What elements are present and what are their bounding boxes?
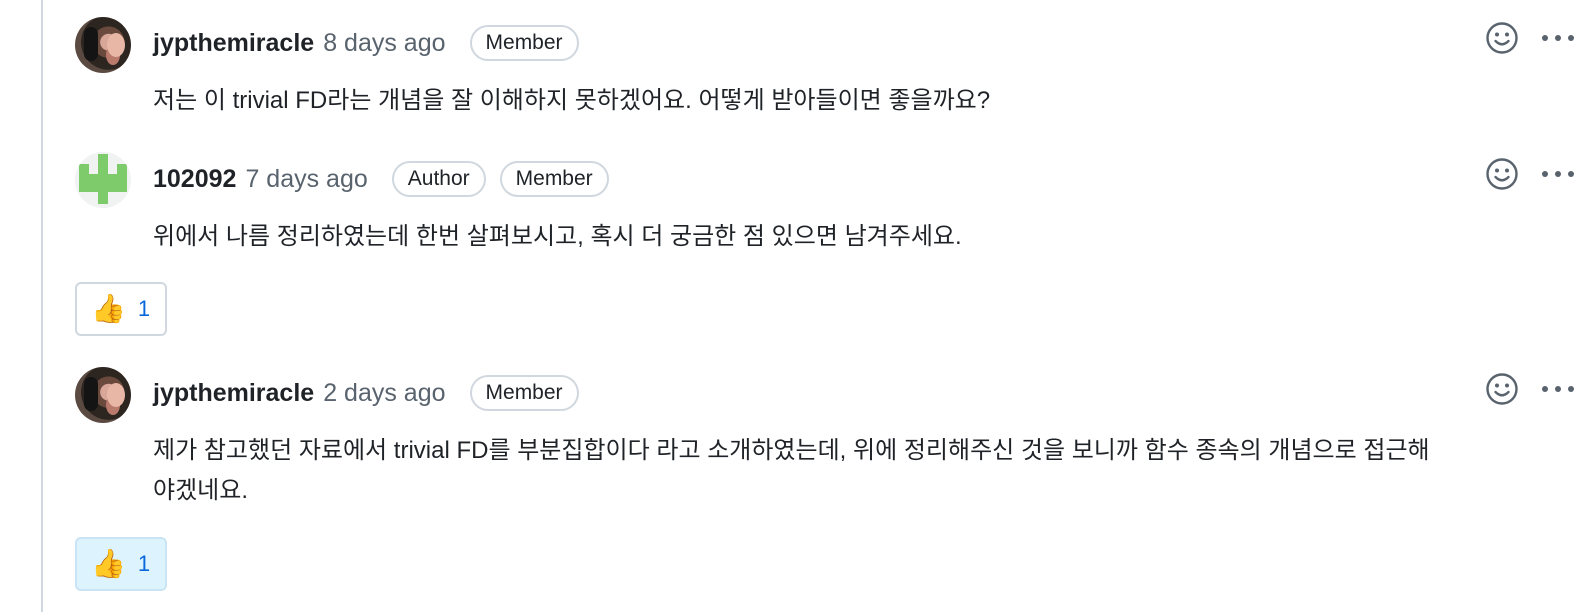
kebab-horizontal-icon (1542, 171, 1574, 177)
smiley-icon (1486, 22, 1518, 54)
timeline-line (41, 0, 43, 612)
more-options-button[interactable] (1538, 20, 1578, 56)
thumbs-up-icon: 👍 (91, 547, 126, 580)
kebab-horizontal-icon (1542, 35, 1574, 41)
comment-2: 102092 7 days ago Author Member 위에서 나름 정… (75, 152, 1596, 262)
comment-actions (1484, 368, 1578, 410)
comment-1: jypthemiracle 8 days ago Member 저는 이 tri… (75, 17, 1596, 117)
smiley-icon (1486, 158, 1518, 190)
timestamp-link[interactable]: 2 days ago (323, 379, 445, 408)
comment-body-line: 야겠네요. (153, 477, 248, 504)
comment-3: jypthemiracle 2 days ago Member 제가 참고했던 … (75, 367, 1596, 517)
avatar[interactable] (75, 367, 131, 423)
timestamp-link[interactable]: 7 days ago (245, 165, 367, 194)
comment-body: 위에서 나름 정리하였는데 한번 살펴보시고, 혹시 더 궁금한 점 있으면 남… (153, 223, 962, 250)
comment-header: jypthemiracle 8 days ago Member (153, 22, 579, 64)
comment-actions (1484, 153, 1578, 195)
thumbs-up-icon: 👍 (91, 292, 126, 325)
member-badge: Member (499, 161, 609, 197)
avatar[interactable] (75, 17, 131, 73)
identicon-icon (75, 152, 131, 208)
more-options-button[interactable] (1538, 371, 1578, 407)
comment-body-line: 제가 참고했던 자료에서 trivial FD를 부분집합이다 라고 소개하였는… (153, 437, 1430, 464)
author-link[interactable]: 102092 (153, 165, 236, 194)
add-reaction-button[interactable] (1484, 371, 1520, 407)
more-options-button[interactable] (1538, 156, 1578, 192)
member-badge: Member (469, 25, 579, 61)
thumbs-up-reaction-button[interactable]: 👍 1 (75, 537, 167, 591)
add-reaction-button[interactable] (1484, 156, 1520, 192)
reaction-count: 1 (137, 296, 151, 321)
avatar[interactable] (75, 152, 131, 208)
reaction-count: 1 (137, 551, 151, 576)
timestamp-link[interactable]: 8 days ago (323, 29, 445, 58)
kebab-horizontal-icon (1542, 386, 1574, 392)
comment-body: 제가 참고했던 자료에서 trivial FD를 부분집합이다 라고 소개하였는… (153, 431, 1430, 511)
author-link[interactable]: jypthemiracle (153, 29, 314, 58)
smiley-icon (1486, 373, 1518, 405)
author-badge: Author (391, 161, 486, 197)
member-badge: Member (469, 375, 579, 411)
comment-header: jypthemiracle 2 days ago Member (153, 372, 579, 414)
comment-header: 102092 7 days ago Author Member (153, 158, 609, 200)
thumbs-up-reaction-button[interactable]: 👍 1 (75, 282, 167, 336)
comment-actions (1484, 17, 1578, 59)
author-link[interactable]: jypthemiracle (153, 379, 314, 408)
comment-body: 저는 이 trivial FD라는 개념을 잘 이해하지 못하겠어요. 어떻게 … (153, 87, 991, 114)
add-reaction-button[interactable] (1484, 20, 1520, 56)
